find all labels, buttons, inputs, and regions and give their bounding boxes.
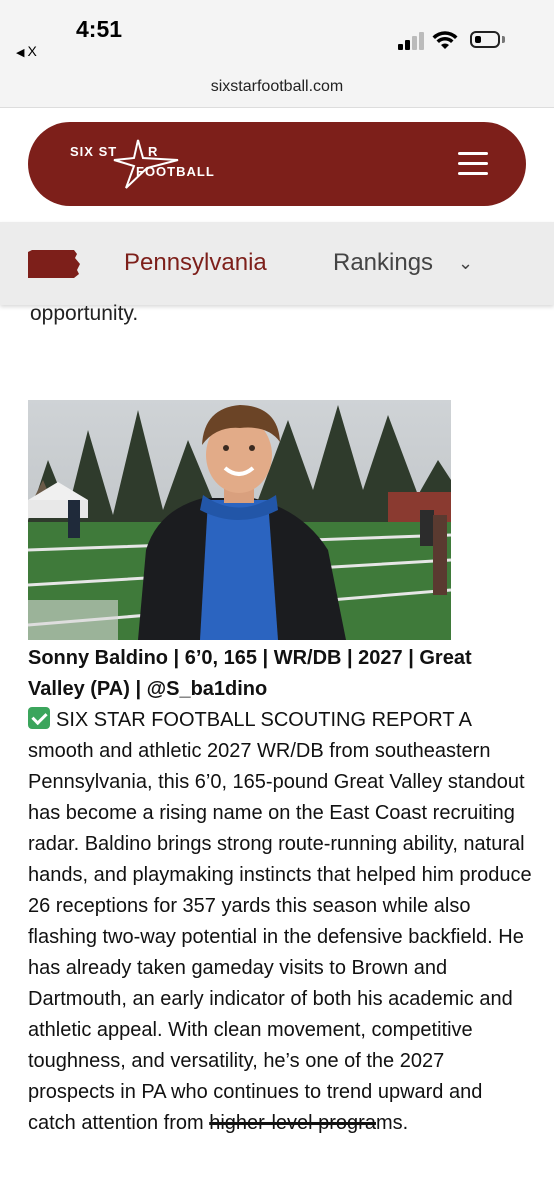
status-bar: 4:51 ◀ X: [0, 0, 554, 64]
article-body-end: ms.: [375, 1112, 409, 1134]
signal-icon: [398, 32, 426, 50]
back-arrow-icon: ◀: [16, 47, 25, 59]
battery-icon: [470, 31, 500, 48]
pennsylvania-state-icon: [28, 250, 80, 278]
hamburger-menu-icon[interactable]: [458, 152, 488, 176]
article-body: SIX STAR FOOTBALL SCOUTING REPORT A smoo…: [28, 705, 534, 1139]
rankings-dropdown[interactable]: Rankings: [333, 249, 433, 277]
previous-paragraph-end: opportunity.: [30, 302, 139, 325]
back-app-label: X: [27, 43, 37, 59]
check-mark-icon: [28, 707, 50, 729]
status-time: 4:51: [76, 16, 123, 42]
article-headline: Sonny Baldino | 6’0, 165 | WR/DB | 2027 …: [28, 647, 472, 700]
player-photo: [28, 400, 451, 640]
state-link-pennsylvania[interactable]: Pennsylvania: [124, 249, 267, 277]
address-bar[interactable]: sixstarfootball.com: [0, 64, 554, 108]
wifi-icon: [432, 31, 458, 49]
back-to-app-button[interactable]: ◀ X: [16, 43, 37, 59]
article-body-strikethrough: higher-level progra: [209, 1112, 376, 1134]
logo-text-line2: FOOTBALL: [136, 164, 215, 179]
player-photo-image: [28, 400, 451, 640]
logo-text-line1: SIX ST: [70, 144, 118, 159]
sub-navigation: Pennsylvania Rankings ⌄: [0, 222, 554, 305]
url-text: sixstarfootball.com: [210, 78, 344, 95]
article-body-text: SIX STAR FOOTBALL SCOUTING REPORT A smoo…: [28, 709, 532, 1134]
site-logo[interactable]: SIX ST R FOOTBALL: [70, 136, 250, 194]
site-header: SIX ST R FOOTBALL: [28, 122, 526, 206]
chevron-down-icon[interactable]: ⌄: [458, 253, 473, 274]
